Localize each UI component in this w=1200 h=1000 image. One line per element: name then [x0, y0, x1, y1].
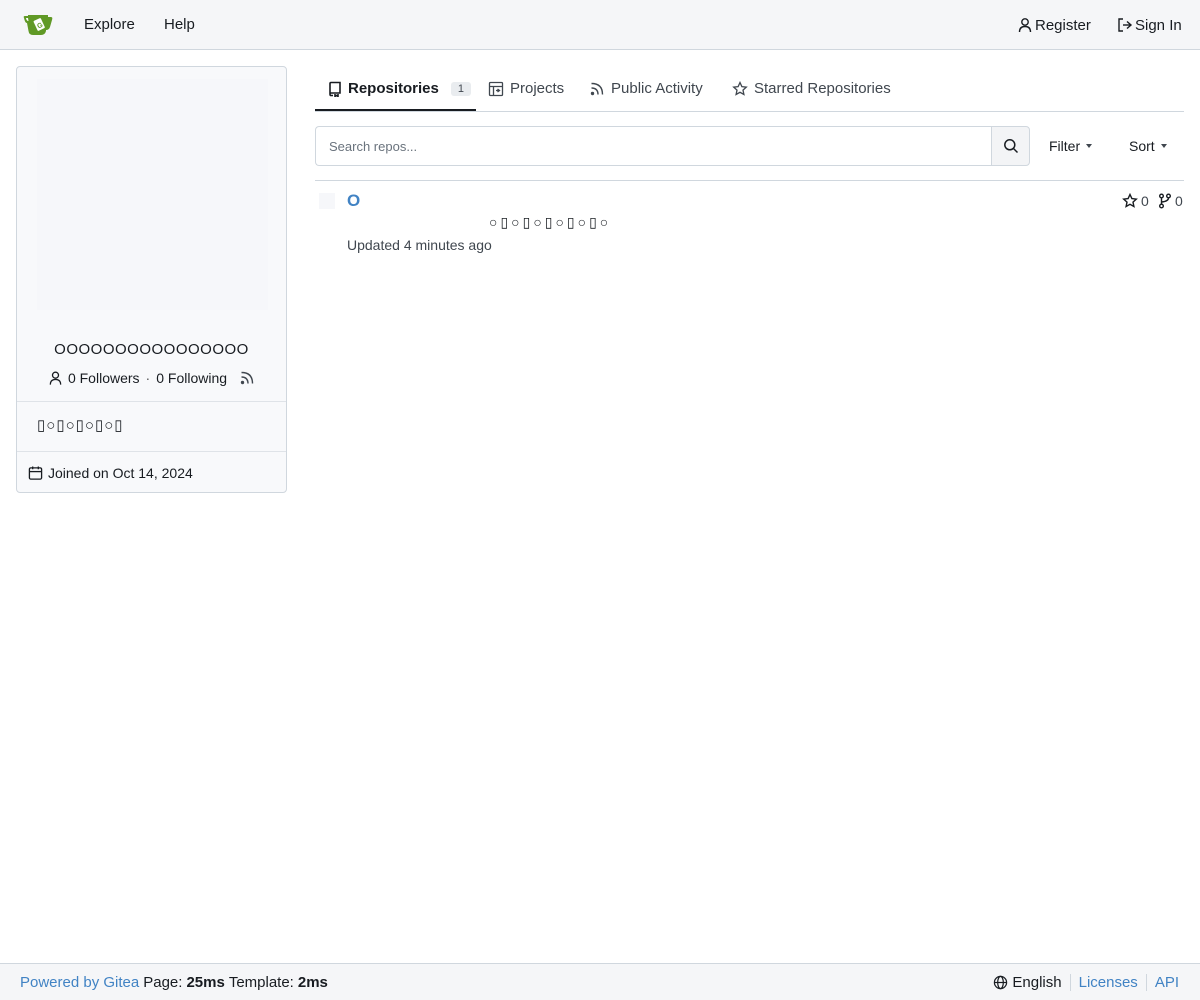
tab-public-activity-label: Public Activity	[611, 80, 703, 97]
language-label: English	[1012, 974, 1062, 991]
tab-repositories-label: Repositories	[348, 80, 439, 97]
caret-down-icon	[1086, 144, 1093, 148]
star-icon	[732, 80, 748, 97]
page-time-value: 25ms	[186, 974, 225, 991]
sort-label: Sort	[1129, 138, 1155, 154]
tab-starred-label: Starred Repositories	[754, 80, 891, 97]
sign-in-label: Sign In	[1135, 16, 1182, 34]
nav-help-link[interactable]: Help	[164, 0, 195, 50]
template-time-label: Template:	[228, 974, 294, 991]
fork-icon	[1158, 193, 1172, 209]
filter-label: Filter	[1049, 138, 1081, 154]
footer-stats: Powered by Gitea Page: 25ms Template: 2m…	[20, 964, 328, 1000]
sign-in-icon	[1117, 17, 1133, 33]
follow-stats: 0 Followers · 0 Following	[17, 367, 286, 389]
nav-explore-link[interactable]: Explore	[84, 0, 135, 50]
top-navbar: G Explore Help Register Sign In	[0, 0, 1200, 50]
register-label: Register	[1035, 16, 1091, 34]
search-icon	[1003, 138, 1019, 154]
gitea-logo-icon[interactable]: G	[22, 11, 54, 39]
register-link[interactable]: Register	[1017, 0, 1091, 50]
person-icon	[48, 370, 63, 386]
tab-projects-label: Projects	[510, 80, 565, 97]
repo-avatar	[319, 193, 335, 209]
globe-icon	[993, 975, 1008, 990]
tab-public-activity[interactable]: Public Activity	[589, 66, 703, 111]
caret-down-icon	[1160, 144, 1167, 148]
licenses-link[interactable]: Licenses	[1069, 974, 1146, 991]
list-divider	[315, 180, 1184, 181]
joined-label: Joined on Oct 14, 2024	[48, 465, 193, 481]
api-link[interactable]: API	[1145, 974, 1187, 991]
avatar	[37, 79, 268, 310]
sign-in-link[interactable]: Sign In	[1117, 0, 1182, 50]
active-tab-underline	[315, 109, 476, 111]
profile-tabs: Repositories 1 Projects Public Activity	[315, 66, 1184, 112]
footer-links: English Licenses API	[985, 964, 1187, 1000]
profile-name: OOOOOOOOOOOOOOOO	[54, 341, 249, 358]
follow-separator: ·	[145, 370, 151, 386]
repo-name-link[interactable]: O	[347, 191, 360, 211]
tab-projects[interactable]: Projects	[488, 66, 564, 111]
sort-dropdown[interactable]: Sort	[1129, 126, 1167, 166]
repo-count-badge: 1	[450, 81, 471, 96]
project-icon	[488, 81, 504, 97]
page-time-label: Page:	[143, 974, 183, 991]
star-count: 0	[1141, 193, 1149, 209]
rss-icon	[589, 81, 605, 97]
tab-starred-repositories[interactable]: Starred Repositories	[732, 66, 891, 111]
page-footer: Powered by Gitea Page: 25ms Template: 2m…	[0, 963, 1200, 1000]
person-icon	[1017, 17, 1033, 33]
calendar-icon	[28, 465, 43, 481]
repo-icon	[328, 81, 342, 97]
template-time-value: 2ms	[297, 974, 328, 991]
search-button[interactable]	[991, 126, 1030, 166]
card-divider	[17, 451, 286, 452]
powered-by-gitea-link[interactable]: Powered by Gitea	[20, 974, 139, 991]
fork-count: 0	[1175, 193, 1183, 209]
repo-description: ○▯○▯○▯○▯○▯○	[489, 214, 612, 230]
star-icon	[1122, 193, 1138, 209]
updated-prefix: Updated	[347, 237, 400, 253]
repo-forks-link[interactable]: 0	[1158, 190, 1183, 212]
followers-link[interactable]: 0 Followers	[68, 370, 140, 386]
filter-dropdown[interactable]: Filter	[1049, 126, 1093, 166]
joined-date: Joined on Oct 14, 2024	[28, 462, 193, 484]
search-repos-input[interactable]	[315, 126, 992, 166]
repo-updated: Updated 4 minutes ago	[347, 237, 492, 253]
profile-description: ▯○▯○▯○▯○▯	[37, 417, 124, 434]
card-divider	[17, 401, 286, 402]
repo-stars-link[interactable]: 0	[1122, 190, 1149, 212]
language-selector[interactable]: English	[985, 974, 1069, 991]
tab-repositories[interactable]: Repositories 1	[328, 66, 471, 111]
rss-feed-icon[interactable]	[239, 370, 255, 386]
updated-time: 4 minutes ago	[403, 237, 492, 253]
following-link[interactable]: 0 Following	[156, 370, 227, 386]
profile-card: OOOOOOOOOOOOOOOO 0 Followers · 0 Followi…	[16, 66, 287, 493]
